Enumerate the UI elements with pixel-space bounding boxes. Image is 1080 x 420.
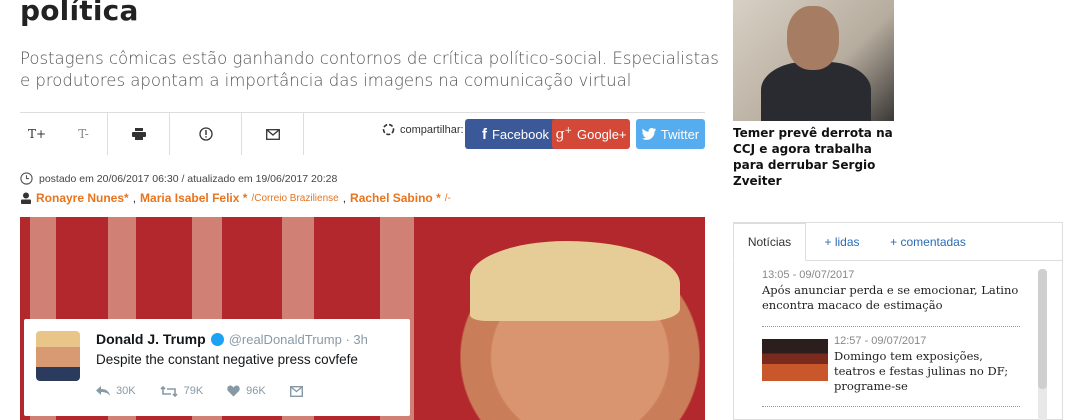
tweet-handle: @realDonaldTrump · 3h	[228, 331, 368, 347]
twitter-share-label: Twitter	[660, 126, 700, 142]
info-icon	[198, 127, 213, 141]
featured-image-face	[787, 6, 839, 70]
reply-icon	[96, 386, 110, 396]
featured-image-figure	[761, 62, 871, 121]
featured-news-image[interactable]	[733, 0, 894, 121]
post-meta: postado em 20/06/2017 06:30 / atualizado…	[20, 172, 337, 185]
author-separator: ,	[132, 191, 137, 205]
tweet-text: Despite the constant negative press covf…	[96, 352, 358, 367]
email-button[interactable]	[242, 113, 304, 155]
portrait-hair	[470, 241, 680, 321]
headline: política	[20, 0, 139, 27]
reply-count: 30K	[116, 385, 136, 397]
author-icon	[21, 192, 31, 204]
facebook-icon: f	[481, 125, 487, 143]
author-source: /-	[444, 192, 451, 204]
direct-message-icon	[289, 385, 303, 397]
article-subtitle: Postagens cômicas estão ganhando contorn…	[20, 49, 719, 90]
news-tabs-panel: Notícias + lidas + comentadas 13:05 - 09…	[733, 222, 1063, 420]
byline: Ronayre Nunes* , Maria Isabel Felix * /C…	[20, 191, 451, 205]
post-date: postado em 20/06/2017 06:30 / atualizado…	[39, 172, 338, 185]
list-item[interactable]: 12:57 - 09/07/2017 Domingo tem exposiçõe…	[762, 335, 1020, 407]
author-link[interactable]: Maria Isabel Felix *	[140, 191, 247, 205]
retweet-icon	[160, 385, 178, 397]
google-plus-share-button[interactable]: g+ Google+	[552, 119, 630, 149]
font-increase-label: T+	[27, 127, 47, 141]
news-scrollbar[interactable]	[1038, 269, 1047, 420]
tweet-actions: 30K 79K 96K	[96, 385, 303, 397]
clock-icon	[20, 172, 33, 185]
author-link[interactable]: Rachel Sabino *	[350, 191, 441, 205]
news-time: 13:05 - 09/07/2017	[762, 269, 855, 281]
google-plus-share-label: Google+	[577, 126, 627, 142]
tab-mais-comentadas[interactable]: + comentadas	[880, 223, 976, 261]
news-scrollbar-thumb[interactable]	[1038, 269, 1047, 389]
font-decrease-button[interactable]: T-	[60, 113, 108, 155]
like-count: 96K	[246, 385, 266, 397]
tab-divider	[806, 260, 1062, 261]
tweet-avatar	[36, 331, 80, 381]
share-label-text: compartilhar:	[400, 123, 464, 136]
envelope-icon	[265, 128, 280, 140]
tab-noticias[interactable]: Notícias	[733, 223, 806, 261]
tweet-like: 96K	[227, 385, 266, 397]
info-button[interactable]	[170, 113, 242, 155]
tweet-author: Donald J. Trump @realDonaldTrump · 3h	[96, 331, 368, 347]
author-separator: ,	[342, 191, 347, 205]
share-label: compartilhar:	[382, 123, 464, 136]
heart-icon	[227, 385, 240, 397]
font-decrease-label: T-	[78, 127, 89, 141]
hero-image: Donald J. Trump @realDonaldTrump · 3h De…	[20, 217, 705, 420]
google-plus-icon: g+	[555, 125, 572, 143]
news-title: Após anunciar perda e se emocionar, Lati…	[762, 283, 1019, 312]
tweet-retweet: 79K	[160, 385, 204, 397]
author-link[interactable]: Ronayre Nunes*	[36, 191, 129, 205]
tab-mais-lidas[interactable]: + lidas	[814, 223, 870, 261]
facebook-share-label: Facebook	[491, 126, 550, 142]
author-source: /Correio Braziliense	[251, 192, 339, 204]
font-increase-button[interactable]: T+	[20, 113, 54, 155]
twitter-share-button[interactable]: Twitter	[636, 119, 705, 149]
retweet-count: 79K	[183, 385, 204, 397]
facebook-share-button[interactable]: f Facebook	[465, 119, 566, 149]
featured-news-title[interactable]: Temer prevê derrota na CCJ e agora traba…	[733, 125, 903, 189]
news-thumbnail	[762, 339, 828, 381]
share-icon	[382, 123, 395, 136]
print-button[interactable]	[108, 113, 170, 155]
twitter-bird-icon	[641, 128, 656, 140]
tweet-author-name: Donald J. Trump	[96, 331, 206, 347]
embedded-tweet: Donald J. Trump @realDonaldTrump · 3h De…	[24, 319, 410, 416]
verified-badge-icon	[210, 332, 224, 346]
tweet-reply: 30K	[96, 385, 136, 397]
article-toolbar: T+ T- compartilhar: f Facebook g+ Google…	[20, 112, 705, 155]
tweet-dm	[289, 385, 303, 397]
list-item[interactable]: 13:05 - 09/07/2017 Após anunciar perda e…	[762, 269, 1020, 327]
print-icon	[131, 128, 146, 140]
